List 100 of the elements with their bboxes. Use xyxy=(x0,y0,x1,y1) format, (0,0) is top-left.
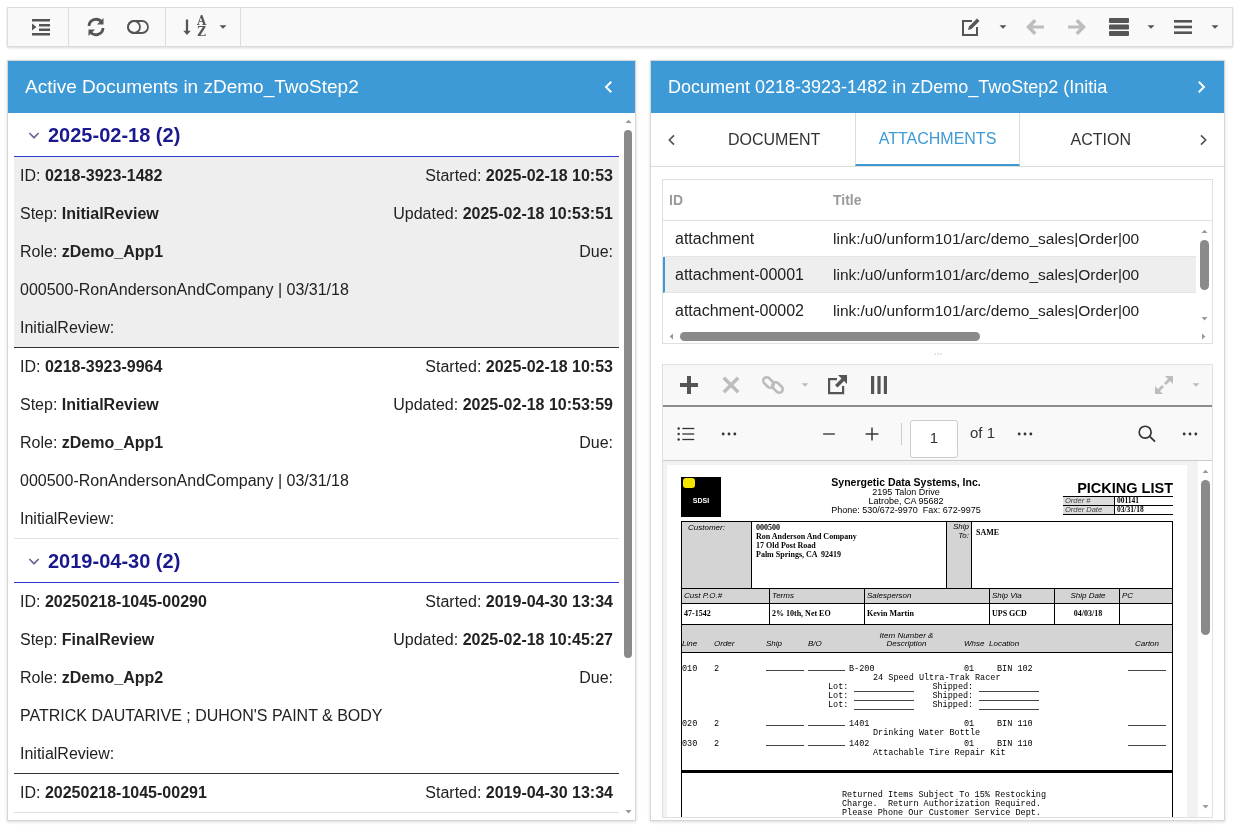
column-header: Terms xyxy=(770,589,865,603)
scroll-up-icon[interactable] xyxy=(1199,227,1209,236)
table-cell-text: link:/u0/unform101/arc/demo_sales|Order|00 xyxy=(833,264,1140,285)
table-cell-text: 01 xyxy=(964,740,975,749)
external-link-icon[interactable] xyxy=(825,373,849,397)
field-text: Due: xyxy=(579,668,613,688)
table-cell-text: link:/u0/unform101/arc/demo_sales|Order|00 xyxy=(833,301,1140,322)
rows-icon[interactable] xyxy=(1107,15,1131,39)
field-text: 000500-RonAndersonAndCompany | 03/31/18 xyxy=(20,471,349,491)
field-text: 000500-RonAndersonAndCompany | 03/31/18 xyxy=(20,280,349,300)
table-cell: 47-1542 xyxy=(682,604,770,624)
column-header: Cust P.O.# xyxy=(682,589,770,603)
field-text: Due: xyxy=(579,242,613,262)
field-text: Started: 2019-04-30 13:34 xyxy=(425,783,613,803)
field-text: Started: 2025-02-18 10:53 xyxy=(425,166,613,186)
document-item[interactable]: ID: 0218-3923-1482 Started: 2025-02-18 10:53 Step: InitialReview Updated: 2025-02-18 10:53:51 Role: zDemo_App1 Due: 000500-RonAndersonAndCompany | 03/31/18 InitialReview: xyxy=(14,157,619,348)
field-text: Started: 2019-04-30 13:34 xyxy=(425,592,613,612)
table-row[interactable]: attachment-00001 link:/u0/unform101/arc/demo_sales|Order|00 xyxy=(663,257,1196,293)
address-line: 2195 Talon Drive xyxy=(872,488,940,497)
plus-icon[interactable] xyxy=(677,373,701,397)
scroll-down-icon[interactable] xyxy=(1199,314,1209,323)
table-cell-text: attachment-00002 xyxy=(674,301,805,321)
column-header: Order xyxy=(714,640,736,648)
field-value: SAME xyxy=(975,527,1001,539)
column-header: Carton xyxy=(1134,640,1160,648)
field-text: Started: 2025-02-18 10:53 xyxy=(425,357,613,377)
column-header: Line xyxy=(682,640,699,648)
field-text: Updated: 2025-02-18 10:45:27 xyxy=(393,630,613,650)
scrollbar-thumb[interactable] xyxy=(624,130,632,658)
field-text: InitialReview: xyxy=(20,509,115,529)
field-label: Shipped: xyxy=(932,701,974,710)
field-text: Step: InitialReview xyxy=(20,204,159,224)
page-number-field[interactable]: 1 xyxy=(910,419,958,458)
field-text: Role: zDemo_App1 xyxy=(20,242,164,262)
item-description: 24 Speed Ultra-Trak Racer xyxy=(873,673,1001,683)
column-header: Location xyxy=(989,640,1021,648)
document-title: PICKING LIST xyxy=(1077,480,1173,496)
table-cell-text: attachment xyxy=(674,228,756,249)
address-line: Palm Springs, CA 92419 xyxy=(756,550,843,559)
field-text: ID: 0218-3923-1482 xyxy=(20,166,163,186)
column-header: Ship Via xyxy=(990,589,1055,603)
footer-line: Charge. Return Authorization Required. xyxy=(842,800,1041,809)
column-header: Title xyxy=(833,190,862,210)
table-cell: 04/03/18 xyxy=(1055,604,1120,624)
field-text: Step: FinalReview xyxy=(20,630,155,650)
column-header: B/O xyxy=(808,640,823,648)
table-cell: UPS GCD xyxy=(990,604,1055,624)
search-icon[interactable] xyxy=(1136,422,1158,445)
item-description: Drinking Water Bottle xyxy=(873,728,981,738)
footer-line: Returned Items Subject To 15% Restocking xyxy=(842,791,1048,800)
panel-title: Document 0218-3923-1482 in zDemo_TwoStep2 (Initia xyxy=(668,75,1109,100)
column-header: PC xyxy=(1120,589,1172,603)
scroll-up-icon[interactable] xyxy=(1200,467,1210,476)
scroll-down-icon[interactable] xyxy=(623,807,633,816)
table-cell-text: 020 xyxy=(682,720,699,729)
field-label: Ship To: xyxy=(946,522,972,588)
scrollbar-thumb[interactable] xyxy=(1199,240,1209,290)
footer-line: Please Phone Our Customer Service Dept. xyxy=(842,809,1042,817)
column-header: ID xyxy=(668,190,684,210)
table-cell-text: 030 xyxy=(682,740,699,749)
field-label: Shipped: xyxy=(932,692,974,701)
field-text: InitialReview: xyxy=(20,744,115,764)
column-header: Whse xyxy=(964,640,986,648)
sort-button[interactable]: A Z xyxy=(172,12,213,42)
address-line: 000500 xyxy=(756,523,781,532)
table-cell-text: link:/u0/unform101/arc/demo_sales|Order|00 xyxy=(833,228,1140,249)
scrollbar-thumb[interactable] xyxy=(680,331,980,341)
field-label: Lot: xyxy=(828,701,849,710)
item-description: Attachable Tire Repair Kit xyxy=(873,748,1006,758)
field-text: Due: xyxy=(579,433,613,453)
tab[interactable]: DOCUMENT xyxy=(693,113,856,166)
scroll-left-icon[interactable] xyxy=(667,331,676,341)
table-cell-text: BIN 110 xyxy=(996,720,1034,729)
scrollbar-thumb[interactable] xyxy=(1200,480,1210,635)
field-text: Role: zDemo_App1 xyxy=(20,433,164,453)
address-line: Latrobe, CA 95682 xyxy=(868,497,944,506)
page-count: of 1 xyxy=(970,423,996,444)
field-text: Step: InitialReview xyxy=(20,395,159,415)
table-cell-text: 2 xyxy=(714,665,721,674)
table-cell-text: 01 xyxy=(964,665,976,674)
table-cell: Kevin Martin xyxy=(865,604,990,624)
company-name: Synergetic Data Systems, Inc. xyxy=(831,477,981,488)
scroll-right-icon[interactable] xyxy=(1199,331,1208,341)
field-label: Shipped: xyxy=(932,683,974,692)
field-label: Lot: xyxy=(828,692,849,701)
column-header: Ship xyxy=(766,640,783,648)
table-cell-text: 1402 xyxy=(849,740,871,749)
tab[interactable]: ACTION xyxy=(1019,113,1182,166)
table-cell-text: B-200 xyxy=(849,665,876,674)
column-header: Salesperson xyxy=(865,589,990,603)
panel-title: Active Documents in zDemo_TwoStep2 xyxy=(25,74,360,100)
field-text: Updated: 2025-02-18 10:53:51 xyxy=(393,204,613,224)
field-label: Customer: xyxy=(682,522,752,588)
field-text: InitialReview: xyxy=(20,318,115,338)
field-text: Role: zDemo_App2 xyxy=(20,668,164,688)
table-cell-text: BIN 110 xyxy=(997,740,1034,749)
table-cell-text: 2 xyxy=(714,740,721,749)
field-text: Updated: 2025-02-18 10:53:59 xyxy=(393,395,613,415)
scroll-down-icon[interactable] xyxy=(1200,802,1210,811)
scroll-up-icon[interactable] xyxy=(623,117,633,126)
